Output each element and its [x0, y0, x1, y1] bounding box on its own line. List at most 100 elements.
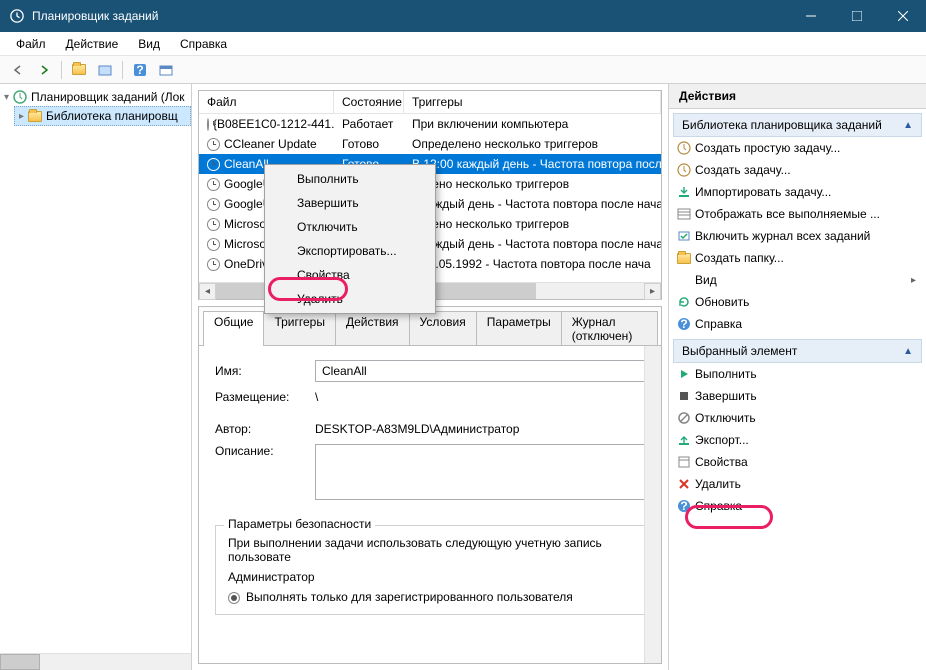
action-item[interactable]: Импортировать задачу... — [673, 181, 922, 203]
action-item[interactable]: Включить журнал всех заданий — [673, 225, 922, 247]
toolbar-btn-1[interactable] — [93, 59, 117, 81]
action-icon — [677, 477, 691, 491]
action-item[interactable]: ?Справка — [673, 495, 922, 517]
cm-export[interactable]: Экспортировать... — [267, 239, 433, 263]
name-input[interactable] — [315, 360, 645, 382]
label-description: Описание: — [215, 444, 315, 458]
action-item[interactable]: Отображать все выполняемые ... — [673, 203, 922, 225]
scroll-left[interactable]: ◂ — [199, 283, 216, 300]
minimize-button[interactable] — [788, 0, 834, 32]
tab-conditions[interactable]: Условия — [409, 311, 477, 346]
tree-scrollbar-h[interactable] — [0, 653, 191, 670]
action-item[interactable]: Удалить — [673, 473, 922, 495]
action-icon — [677, 455, 691, 469]
section-selected[interactable]: Выбранный элемент ▲ — [673, 339, 922, 363]
menu-view[interactable]: Вид — [128, 35, 170, 53]
action-item[interactable]: Выполнить — [673, 363, 922, 385]
security-radio-label: Выполнять только для зарегистрированного… — [246, 590, 573, 604]
action-label: Удалить — [695, 477, 741, 491]
menubar: Файл Действие Вид Справка — [0, 32, 926, 56]
label-name: Имя: — [215, 364, 315, 378]
action-item[interactable]: Экспорт... — [673, 429, 922, 451]
action-icon — [677, 185, 691, 199]
action-label: Создать задачу... — [695, 163, 791, 177]
task-state: Готово — [334, 137, 404, 151]
description-textarea[interactable] — [315, 444, 645, 500]
up-button[interactable] — [67, 59, 91, 81]
radio-icon — [228, 592, 240, 604]
section-library[interactable]: Библиотека планировщика заданий ▲ — [673, 113, 922, 137]
tab-history[interactable]: Журнал (отключен) — [561, 311, 658, 346]
action-item[interactable]: Отключить — [673, 407, 922, 429]
menu-file[interactable]: Файл — [6, 35, 56, 53]
security-user: Администратор — [228, 570, 632, 584]
clock-icon — [207, 158, 220, 171]
section-selected-title: Выбранный элемент — [682, 344, 797, 358]
task-name: {B08EE1C0-1212-441... — [213, 117, 334, 131]
label-location: Размещение: — [215, 390, 315, 404]
action-label: Справка — [695, 499, 742, 513]
list-header: Файл Состояние Триггеры — [199, 91, 661, 114]
titlebar: Планировщик заданий — [0, 0, 926, 32]
task-triggers: Определено несколько триггеров — [404, 137, 661, 151]
expand-icon[interactable]: ▾ — [4, 92, 9, 103]
expand-icon[interactable]: ▸ — [19, 111, 24, 122]
cm-delete[interactable]: Удалить — [267, 287, 433, 311]
action-label: Выполнить — [695, 367, 757, 381]
task-triggers: делено несколько триггеров — [404, 177, 661, 191]
action-label: Импортировать задачу... — [695, 185, 831, 199]
action-item[interactable]: Вид▸ — [673, 269, 922, 291]
cm-disable[interactable]: Отключить — [267, 215, 433, 239]
action-icon — [677, 433, 691, 447]
close-button[interactable] — [880, 0, 926, 32]
toolbar-btn-2[interactable] — [154, 59, 178, 81]
col-header-triggers[interactable]: Триггеры — [404, 91, 661, 113]
tree-library[interactable]: ▸ Библиотека планировщ — [14, 106, 191, 126]
action-icon — [677, 141, 691, 155]
action-item[interactable]: Создать задачу... — [673, 159, 922, 181]
task-row[interactable]: {B08EE1C0-1212-441...РаботаетПри включен… — [199, 114, 661, 134]
clock-icon — [207, 218, 220, 231]
toolbar-divider — [122, 61, 123, 79]
action-item[interactable]: Создать простую задачу... — [673, 137, 922, 159]
detail-scrollbar-v[interactable] — [644, 346, 661, 663]
help-button[interactable]: ? — [128, 59, 152, 81]
clock-icon — [207, 258, 220, 271]
security-text: При выполнении задачи использовать следу… — [228, 536, 632, 564]
maximize-button[interactable] — [834, 0, 880, 32]
action-item[interactable]: Создать папку... — [673, 247, 922, 269]
action-item[interactable]: Обновить — [673, 291, 922, 313]
back-button[interactable] — [6, 59, 30, 81]
scheduler-icon — [13, 90, 27, 104]
tree-root[interactable]: ▾ Планировщик заданий (Лок — [0, 88, 191, 106]
toolbar: ? — [0, 56, 926, 84]
tab-settings[interactable]: Параметры — [476, 311, 562, 346]
action-item[interactable]: Завершить — [673, 385, 922, 407]
action-label: Свойства — [695, 455, 748, 469]
action-item[interactable]: Свойства — [673, 451, 922, 473]
col-header-name[interactable]: Файл — [199, 91, 334, 113]
window-title: Планировщик заданий — [32, 9, 158, 23]
tab-triggers[interactable]: Триггеры — [263, 311, 336, 346]
action-item[interactable]: ?Справка — [673, 313, 922, 335]
cm-run[interactable]: Выполнить — [267, 167, 433, 191]
action-icon — [677, 229, 691, 243]
action-icon — [677, 295, 691, 309]
task-row[interactable]: CCleaner UpdateГотовоОпределено нескольк… — [199, 134, 661, 154]
scroll-right[interactable]: ▸ — [644, 283, 661, 300]
col-header-state[interactable]: Состояние — [334, 91, 404, 113]
menu-action[interactable]: Действие — [56, 35, 129, 53]
cm-props[interactable]: Свойства — [267, 263, 433, 287]
security-radio-row[interactable]: Выполнять только для зарегистрированного… — [228, 590, 632, 604]
cm-end[interactable]: Завершить — [267, 191, 433, 215]
tab-general[interactable]: Общие — [203, 311, 264, 346]
action-icon: ? — [677, 317, 691, 331]
action-label: Создать простую задачу... — [695, 141, 840, 155]
author-value: DESKTOP-A83M9LD\Администратор — [315, 422, 645, 436]
action-label: Обновить — [695, 295, 749, 309]
clock-icon — [207, 178, 220, 191]
tab-actions[interactable]: Действия — [335, 311, 410, 346]
collapse-icon: ▲ — [903, 346, 913, 357]
menu-help[interactable]: Справка — [170, 35, 237, 53]
forward-button[interactable] — [32, 59, 56, 81]
